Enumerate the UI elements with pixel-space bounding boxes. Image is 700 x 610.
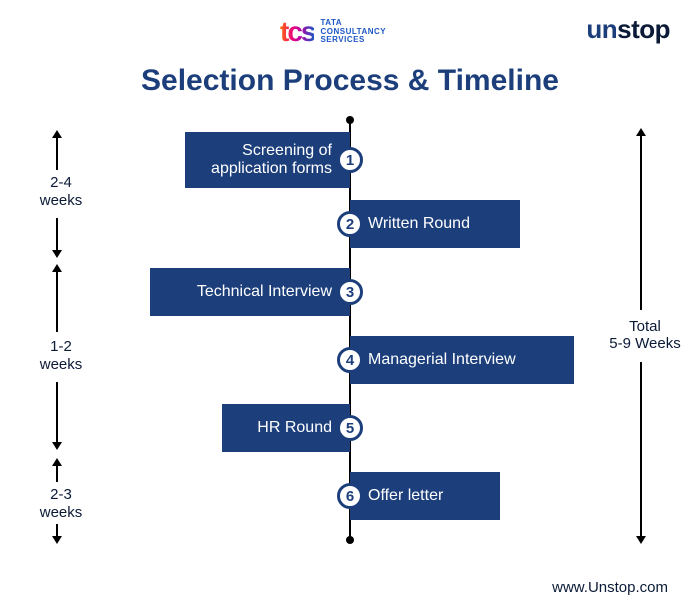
step-label: Technical Interview [197,283,332,301]
duration-bracket-3: 2-3 weeks [20,458,102,544]
step-box-5: HR Round [222,404,350,452]
duration-bracket-1: 2-4 weeks [20,128,102,256]
step-box-6: Offer letter [350,472,500,520]
total-arrow-down-icon [640,362,642,538]
tcs-logo-word: tcs [280,16,314,48]
unstop-logo: unstop [586,14,670,45]
duration-label: 2-4 weeks [20,174,102,210]
step-label: HR Round [257,419,332,437]
tcs-logo: tcs TATA CONSULTANCY SERVICES [280,16,386,48]
step-marker-5: 5 [337,415,363,441]
page-title: Selection Process & Timeline [0,64,700,98]
step-marker-2: 2 [337,211,363,237]
duration-arrow-down-icon [56,218,58,252]
step-marker-6: 6 [337,483,363,509]
step-box-2: Written Round [350,200,520,248]
step-label: Offer letter [368,487,443,505]
step-marker-4: 4 [337,347,363,373]
duration-arrow-up-icon [56,270,58,332]
total-duration-label: Total 5-9 Weeks [600,318,690,352]
duration-arrow-up-icon [56,464,58,482]
step-box-4: Managerial Interview [350,336,574,384]
duration-label: 2-3 weeks [20,486,102,522]
total-arrow-up-icon [640,134,642,310]
step-label: Managerial Interview [368,351,516,369]
header: tcs TATA CONSULTANCY SERVICES unstop [0,0,700,60]
duration-label: 1-2 weeks [20,338,102,374]
duration-arrow-down-icon [56,524,58,538]
footer-url: www.Unstop.com [552,579,668,596]
step-marker-1: 1 [337,147,363,173]
tcs-logo-sub: TATA CONSULTANCY SERVICES [320,19,386,45]
duration-bracket-2: 1-2 weeks [20,262,102,452]
timeline-diagram: Screening of application forms 1 Written… [0,110,700,550]
step-box-3: Technical Interview [150,268,350,316]
step-label: Screening of application forms [211,142,332,179]
duration-arrow-down-icon [56,382,58,444]
step-box-1: Screening of application forms [185,132,350,188]
step-label: Written Round [368,215,470,233]
step-marker-3: 3 [337,279,363,305]
duration-arrow-up-icon [56,136,58,170]
